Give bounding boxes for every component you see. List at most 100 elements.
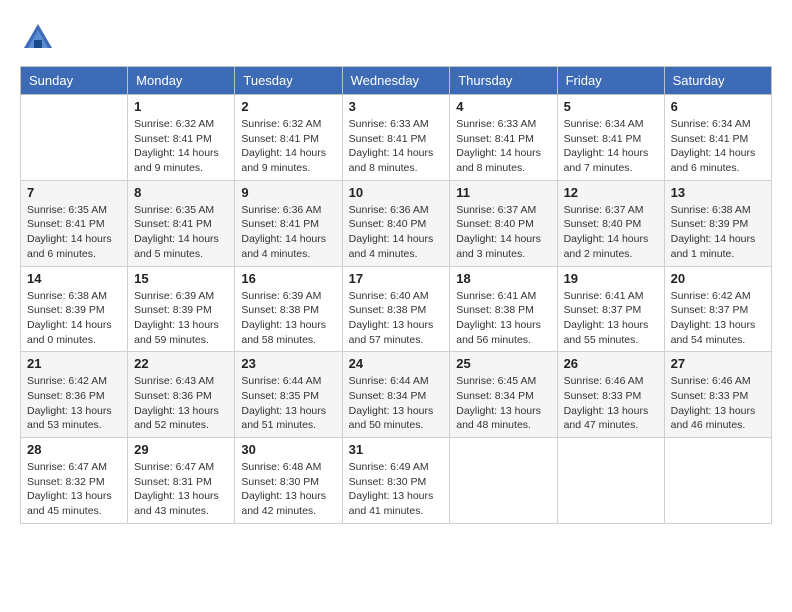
day-number: 14	[27, 271, 121, 286]
day-header-wednesday: Wednesday	[342, 67, 450, 95]
calendar-cell: 15 Sunrise: 6:39 AM Sunset: 8:39 PM Dayli…	[128, 266, 235, 352]
day-number: 22	[134, 356, 228, 371]
calendar-cell: 18 Sunrise: 6:41 AM Sunset: 8:38 PM Dayli…	[450, 266, 557, 352]
calendar-week-row: 14 Sunrise: 6:38 AM Sunset: 8:39 PM Dayli…	[21, 266, 772, 352]
calendar-cell: 21Sunrise: 6:42 AM Sunset: 8:36 PM Dayli…	[21, 352, 128, 438]
day-header-tuesday: Tuesday	[235, 67, 342, 95]
day-info: Sunrise: 6:49 AM Sunset: 8:30 PM Dayligh…	[349, 460, 444, 519]
day-number: 8	[134, 185, 228, 200]
day-number: 28	[27, 442, 121, 457]
day-info: Sunrise: 6:32 AM Sunset: 8:41 PM Dayligh…	[134, 117, 228, 176]
day-info: Sunrise: 6:44 AM Sunset: 8:35 PM Dayligh…	[241, 374, 335, 433]
calendar-cell: 10 Sunrise: 6:36 AM Sunset: 8:40 PM Dayli…	[342, 180, 450, 266]
day-number: 26	[564, 356, 658, 371]
day-info: Sunrise: 6:46 AM Sunset: 8:33 PM Dayligh…	[671, 374, 765, 433]
day-number: 30	[241, 442, 335, 457]
day-number: 18	[456, 271, 550, 286]
day-info: Sunrise: 6:40 AM Sunset: 8:38 PM Dayligh…	[349, 289, 444, 348]
calendar-week-row: 28 Sunrise: 6:47 AM Sunset: 8:32 PM Dayli…	[21, 438, 772, 524]
day-info: Sunrise: 6:35 AM Sunset: 8:41 PM Dayligh…	[27, 203, 121, 262]
calendar-cell: 13Sunrise: 6:38 AM Sunset: 8:39 PM Dayli…	[664, 180, 771, 266]
day-number: 29	[134, 442, 228, 457]
calendar-cell: 20Sunrise: 6:42 AM Sunset: 8:37 PM Dayli…	[664, 266, 771, 352]
day-info: Sunrise: 6:33 AM Sunset: 8:41 PM Dayligh…	[456, 117, 550, 176]
calendar-cell: 19 Sunrise: 6:41 AM Sunset: 8:37 PM Dayli…	[557, 266, 664, 352]
calendar-cell: 23 Sunrise: 6:44 AM Sunset: 8:35 PM Dayli…	[235, 352, 342, 438]
day-info: Sunrise: 6:35 AM Sunset: 8:41 PM Dayligh…	[134, 203, 228, 262]
calendar-cell: 3 Sunrise: 6:33 AM Sunset: 8:41 PM Daylig…	[342, 95, 450, 181]
calendar-table: SundayMondayTuesdayWednesdayThursdayFrid…	[20, 66, 772, 524]
calendar-cell: 1 Sunrise: 6:32 AM Sunset: 8:41 PM Daylig…	[128, 95, 235, 181]
day-number: 2	[241, 99, 335, 114]
calendar-cell: 11 Sunrise: 6:37 AM Sunset: 8:40 PM Dayli…	[450, 180, 557, 266]
day-number: 15	[134, 271, 228, 286]
calendar-week-row: 21Sunrise: 6:42 AM Sunset: 8:36 PM Dayli…	[21, 352, 772, 438]
day-number: 6	[671, 99, 765, 114]
calendar-cell	[21, 95, 128, 181]
calendar-cell: 4Sunrise: 6:33 AM Sunset: 8:41 PM Daylig…	[450, 95, 557, 181]
day-number: 23	[241, 356, 335, 371]
day-number: 25	[456, 356, 550, 371]
day-number: 19	[564, 271, 658, 286]
day-number: 24	[349, 356, 444, 371]
day-number: 1	[134, 99, 228, 114]
day-header-saturday: Saturday	[664, 67, 771, 95]
day-info: Sunrise: 6:43 AM Sunset: 8:36 PM Dayligh…	[134, 374, 228, 433]
day-number: 10	[349, 185, 444, 200]
day-info: Sunrise: 6:47 AM Sunset: 8:31 PM Dayligh…	[134, 460, 228, 519]
day-header-sunday: Sunday	[21, 67, 128, 95]
day-info: Sunrise: 6:47 AM Sunset: 8:32 PM Dayligh…	[27, 460, 121, 519]
calendar-cell: 25Sunrise: 6:45 AM Sunset: 8:34 PM Dayli…	[450, 352, 557, 438]
day-info: Sunrise: 6:36 AM Sunset: 8:40 PM Dayligh…	[349, 203, 444, 262]
day-info: Sunrise: 6:41 AM Sunset: 8:37 PM Dayligh…	[564, 289, 658, 348]
calendar-cell	[450, 438, 557, 524]
calendar-cell: 12Sunrise: 6:37 AM Sunset: 8:40 PM Dayli…	[557, 180, 664, 266]
calendar-cell: 14 Sunrise: 6:38 AM Sunset: 8:39 PM Dayli…	[21, 266, 128, 352]
calendar-cell: 30 Sunrise: 6:48 AM Sunset: 8:30 PM Dayli…	[235, 438, 342, 524]
day-number: 11	[456, 185, 550, 200]
day-header-monday: Monday	[128, 67, 235, 95]
calendar-week-row: 1 Sunrise: 6:32 AM Sunset: 8:41 PM Daylig…	[21, 95, 772, 181]
calendar-cell	[664, 438, 771, 524]
day-info: Sunrise: 6:39 AM Sunset: 8:39 PM Dayligh…	[134, 289, 228, 348]
day-info: Sunrise: 6:36 AM Sunset: 8:41 PM Dayligh…	[241, 203, 335, 262]
calendar-cell: 24 Sunrise: 6:44 AM Sunset: 8:34 PM Dayli…	[342, 352, 450, 438]
day-info: Sunrise: 6:46 AM Sunset: 8:33 PM Dayligh…	[564, 374, 658, 433]
calendar-cell: 16 Sunrise: 6:39 AM Sunset: 8:38 PM Dayli…	[235, 266, 342, 352]
logo-icon	[20, 20, 56, 56]
page-header	[20, 20, 772, 56]
day-info: Sunrise: 6:48 AM Sunset: 8:30 PM Dayligh…	[241, 460, 335, 519]
calendar-week-row: 7 Sunrise: 6:35 AM Sunset: 8:41 PM Daylig…	[21, 180, 772, 266]
calendar-cell: 17 Sunrise: 6:40 AM Sunset: 8:38 PM Dayli…	[342, 266, 450, 352]
day-info: Sunrise: 6:33 AM Sunset: 8:41 PM Dayligh…	[349, 117, 444, 176]
day-info: Sunrise: 6:42 AM Sunset: 8:36 PM Dayligh…	[27, 374, 121, 433]
calendar-cell: 29 Sunrise: 6:47 AM Sunset: 8:31 PM Dayli…	[128, 438, 235, 524]
day-number: 17	[349, 271, 444, 286]
calendar-cell: 7 Sunrise: 6:35 AM Sunset: 8:41 PM Daylig…	[21, 180, 128, 266]
calendar-cell: 5 Sunrise: 6:34 AM Sunset: 8:41 PM Daylig…	[557, 95, 664, 181]
day-info: Sunrise: 6:38 AM Sunset: 8:39 PM Dayligh…	[27, 289, 121, 348]
calendar-cell: 8 Sunrise: 6:35 AM Sunset: 8:41 PM Daylig…	[128, 180, 235, 266]
day-number: 31	[349, 442, 444, 457]
day-number: 9	[241, 185, 335, 200]
day-info: Sunrise: 6:41 AM Sunset: 8:38 PM Dayligh…	[456, 289, 550, 348]
calendar-cell: 9 Sunrise: 6:36 AM Sunset: 8:41 PM Daylig…	[235, 180, 342, 266]
day-number: 13	[671, 185, 765, 200]
day-info: Sunrise: 6:39 AM Sunset: 8:38 PM Dayligh…	[241, 289, 335, 348]
day-number: 7	[27, 185, 121, 200]
calendar-cell: 6Sunrise: 6:34 AM Sunset: 8:41 PM Daylig…	[664, 95, 771, 181]
day-number: 16	[241, 271, 335, 286]
day-info: Sunrise: 6:44 AM Sunset: 8:34 PM Dayligh…	[349, 374, 444, 433]
day-info: Sunrise: 6:37 AM Sunset: 8:40 PM Dayligh…	[456, 203, 550, 262]
day-info: Sunrise: 6:34 AM Sunset: 8:41 PM Dayligh…	[564, 117, 658, 176]
calendar-header-row: SundayMondayTuesdayWednesdayThursdayFrid…	[21, 67, 772, 95]
calendar-cell	[557, 438, 664, 524]
day-info: Sunrise: 6:42 AM Sunset: 8:37 PM Dayligh…	[671, 289, 765, 348]
calendar-cell: 26 Sunrise: 6:46 AM Sunset: 8:33 PM Dayli…	[557, 352, 664, 438]
day-info: Sunrise: 6:32 AM Sunset: 8:41 PM Dayligh…	[241, 117, 335, 176]
day-info: Sunrise: 6:37 AM Sunset: 8:40 PM Dayligh…	[564, 203, 658, 262]
day-number: 5	[564, 99, 658, 114]
day-header-thursday: Thursday	[450, 67, 557, 95]
day-number: 3	[349, 99, 444, 114]
calendar-cell: 31 Sunrise: 6:49 AM Sunset: 8:30 PM Dayli…	[342, 438, 450, 524]
